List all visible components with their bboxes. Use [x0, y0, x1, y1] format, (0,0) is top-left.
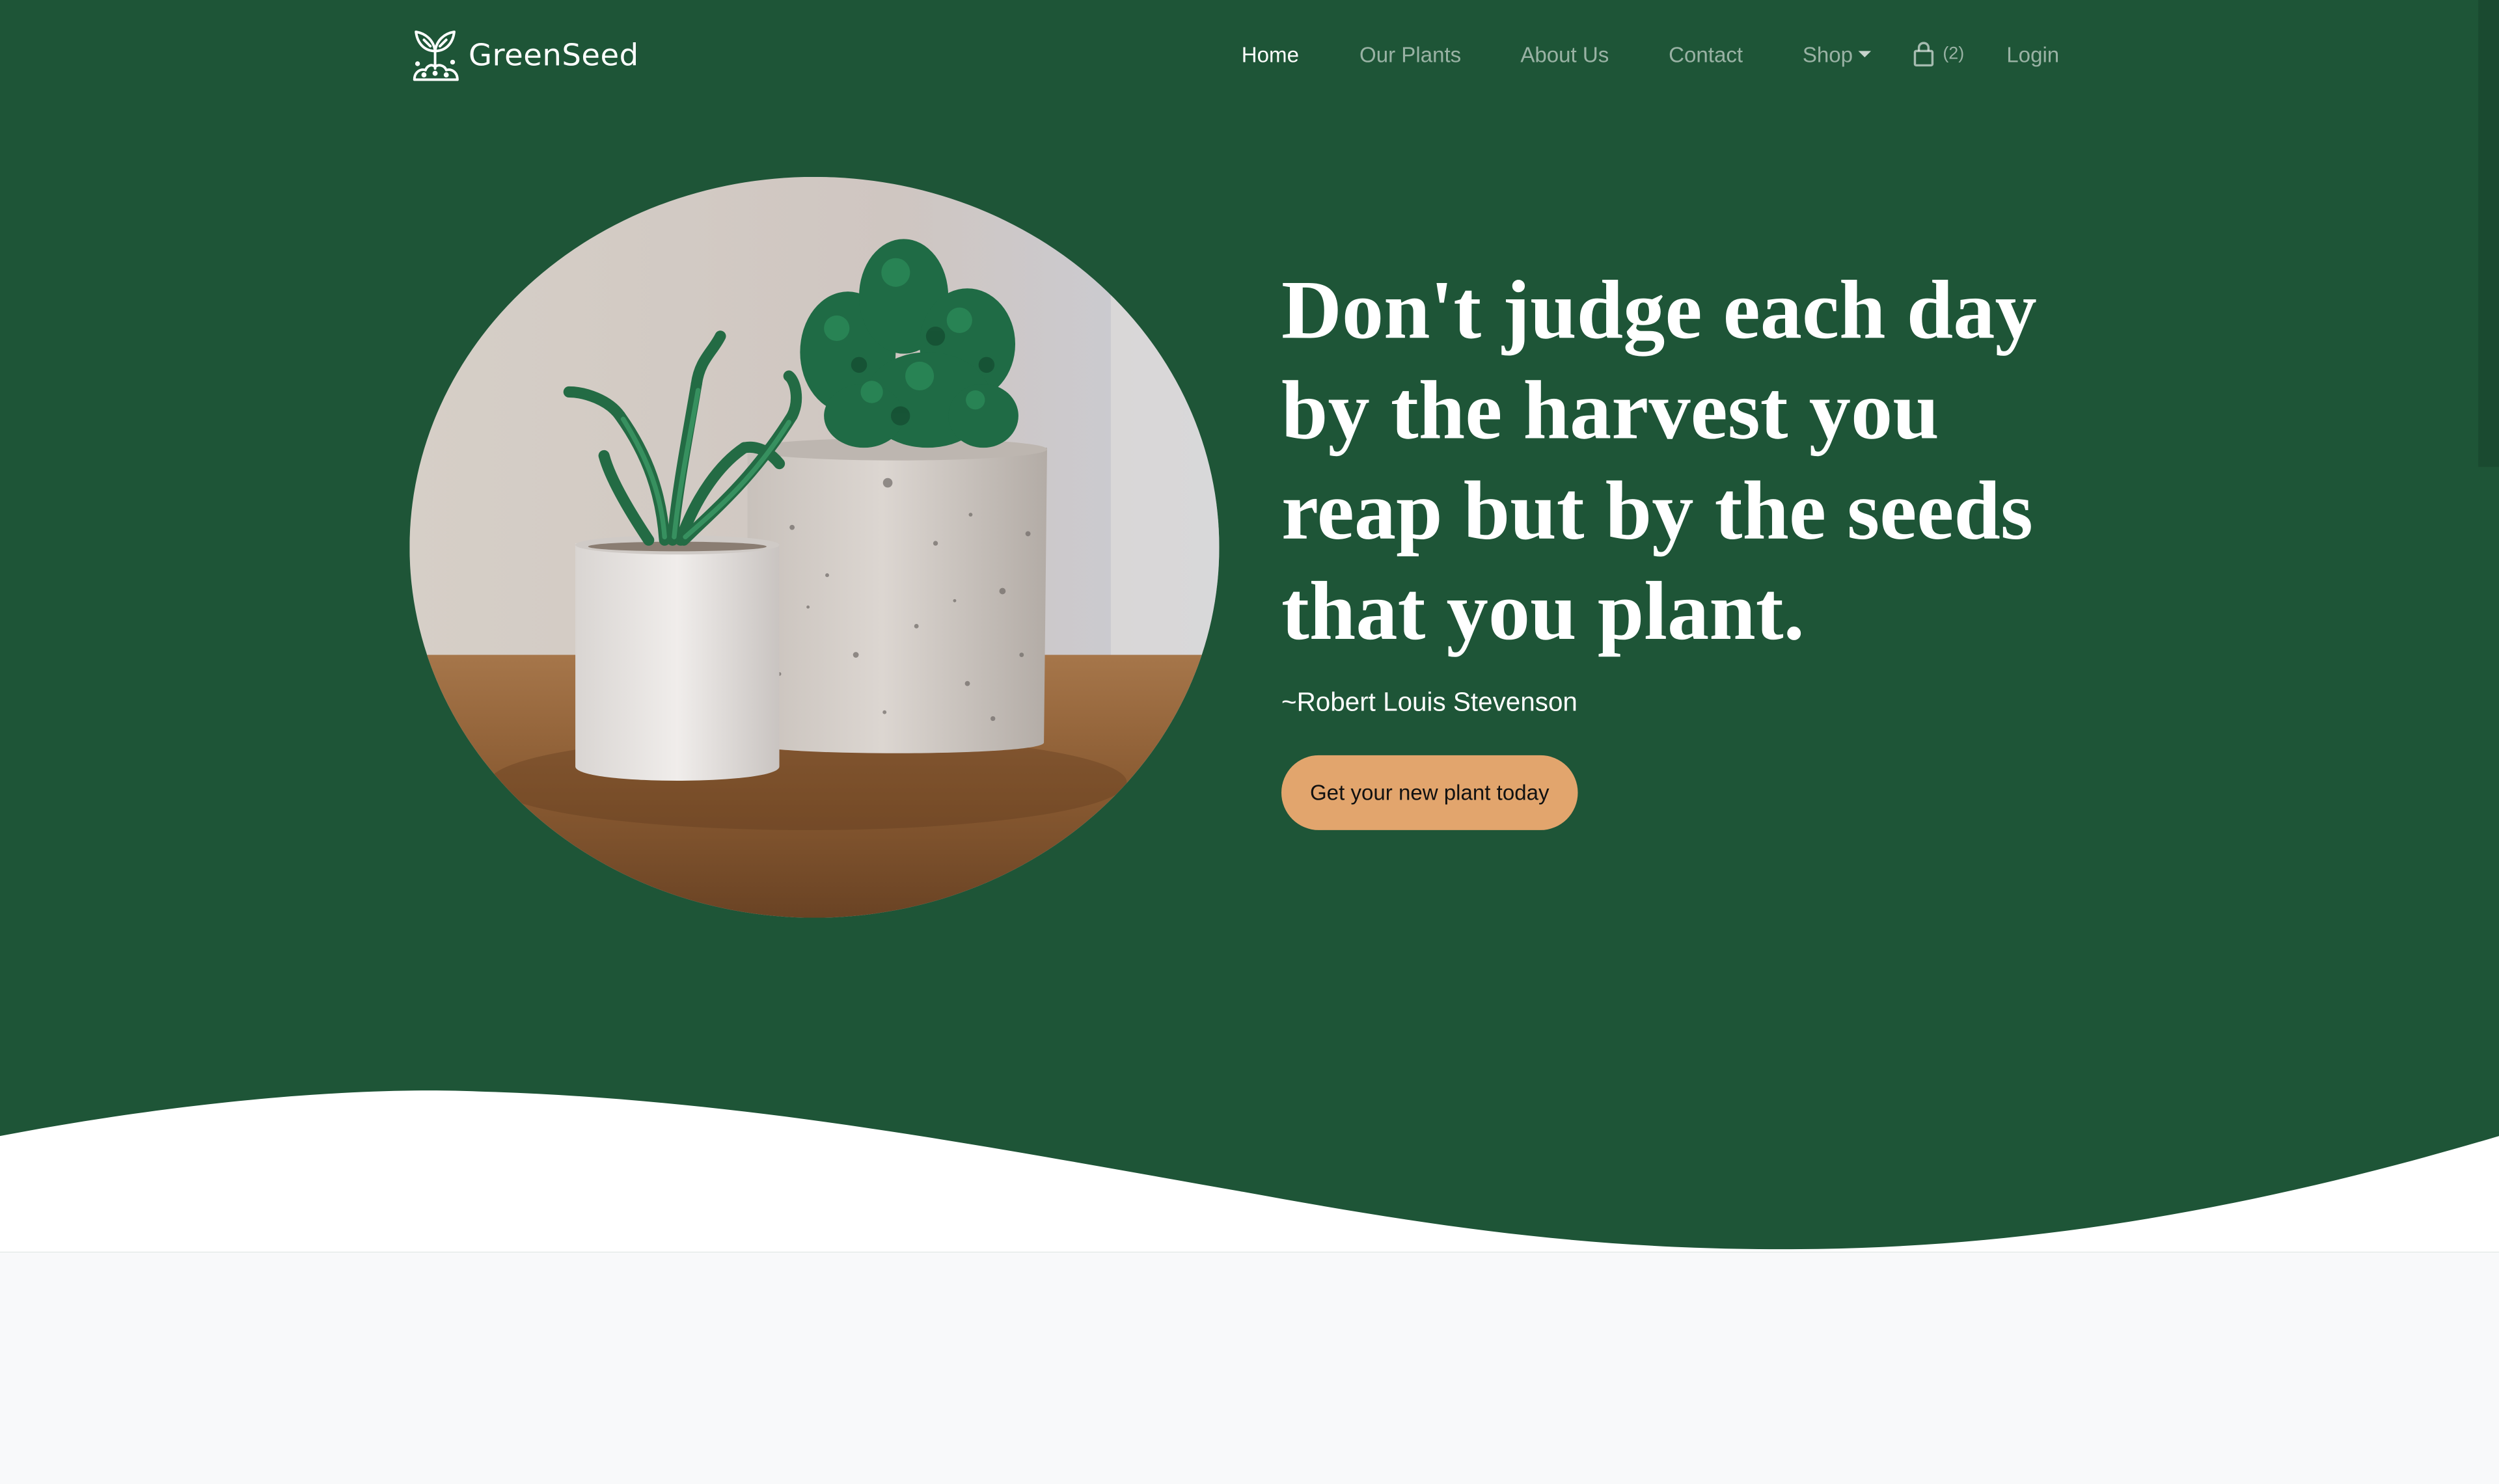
nav-shop-label: Shop	[1802, 43, 1853, 67]
nav-contact[interactable]: Contact	[1669, 43, 1743, 67]
nav-shop-dropdown[interactable]: Shop	[1803, 43, 1870, 67]
nav-about-us[interactable]: About Us	[1520, 43, 1609, 67]
lower-section	[0, 1252, 2499, 1484]
login-link[interactable]: Login	[2006, 43, 2059, 67]
cart-count: (2)	[1943, 44, 1965, 64]
navbar: GreenSeed Home Our Plants About Us Conta…	[409, 25, 2059, 89]
brand-name: GreenSeed	[469, 38, 639, 74]
nav-our-plants[interactable]: Our Plants	[1359, 43, 1461, 67]
scrollbar-thumb[interactable]	[2478, 0, 2499, 467]
shopping-bag-icon	[1913, 42, 1934, 67]
wave-divider	[0, 1090, 2499, 1252]
stage: GreenSeed Home Our Plants About Us Conta…	[0, 0, 2499, 1484]
page: GreenSeed Home Our Plants About Us Conta…	[0, 0, 2499, 1484]
hero-plant-image	[409, 176, 1220, 918]
nav-home[interactable]: Home	[1242, 43, 1299, 67]
brand-link[interactable]: GreenSeed	[409, 25, 638, 86]
hero-quote: Don't judge each day by the harvest you …	[1281, 264, 2037, 658]
get-plant-button[interactable]: Get your new plant today	[1281, 755, 1578, 830]
quote-author: ~Robert Louis Stevenson	[1281, 688, 1577, 718]
chevron-down-icon	[1857, 51, 1870, 58]
sprout-icon	[413, 31, 459, 81]
cart-button[interactable]: (2)	[1913, 42, 1964, 67]
